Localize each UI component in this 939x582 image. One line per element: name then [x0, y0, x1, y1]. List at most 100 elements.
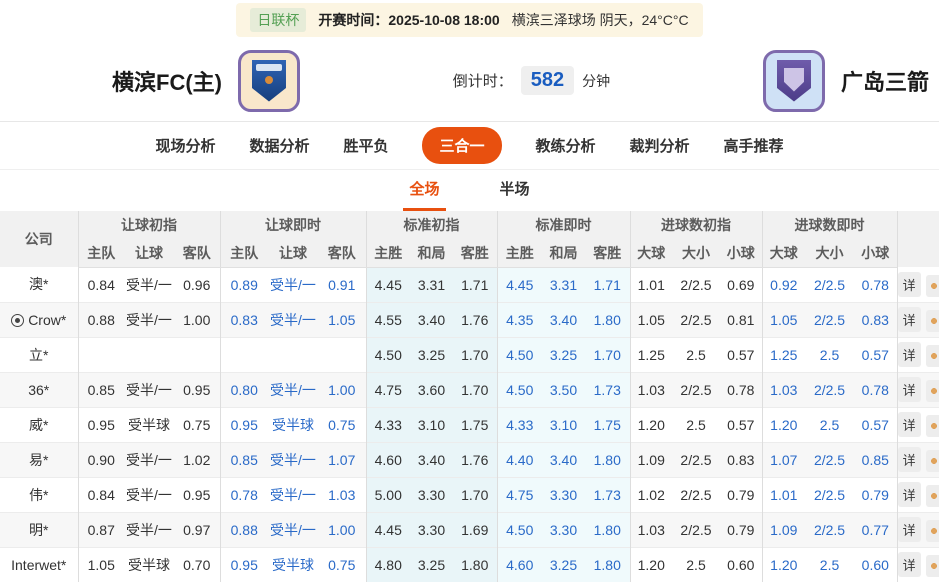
odds-cell: 3.40 — [542, 442, 585, 477]
analysis-button-partial[interactable] — [926, 520, 939, 542]
odds-cell: 1.25 — [630, 337, 672, 372]
sub-header: 客胜 — [585, 239, 630, 267]
odds-cell: 1.01 — [762, 477, 805, 512]
odds-cell: 4.50 — [497, 512, 542, 547]
odds-cell: 1.80 — [585, 512, 630, 547]
odds-cell: 4.50 — [497, 372, 542, 407]
analysis-button-partial[interactable] — [926, 345, 939, 367]
subtab-full-match[interactable]: 全场 — [403, 178, 445, 211]
odds-cell: 4.45 — [366, 267, 410, 302]
sub-header: 和局 — [410, 239, 453, 267]
sub-header: 让球 — [268, 239, 318, 267]
odds-cell: 1.70 — [453, 372, 497, 407]
odds-cell: 1.25 — [762, 337, 805, 372]
subtab-half-match[interactable]: 半场 — [494, 178, 536, 211]
odds-cell: 0.97 — [174, 512, 220, 547]
analysis-button-partial[interactable] — [926, 450, 939, 472]
subtabs: 全场 半场 — [0, 170, 939, 211]
odds-cell: 2/2.5 — [805, 267, 854, 302]
nav-tab-win-draw-lose[interactable]: 胜平负 — [343, 135, 388, 156]
detail-cell: 详 — [897, 547, 939, 582]
sub-header: 小球 — [720, 239, 762, 267]
odds-cell: 4.33 — [497, 407, 542, 442]
odds-cell: 4.50 — [497, 337, 542, 372]
away-team-name: 广岛三箭 — [841, 65, 929, 97]
odds-cell: 2.5 — [805, 337, 854, 372]
odds-cell: 1.09 — [630, 442, 672, 477]
odds-cell: 0.78 — [220, 477, 268, 512]
odds-cell: 0.78 — [720, 372, 762, 407]
detail-button[interactable]: 详 — [898, 307, 921, 332]
detail-button[interactable]: 详 — [898, 517, 921, 542]
odds-cell — [78, 337, 124, 372]
nav-tab-live-analysis[interactable]: 现场分析 — [155, 135, 215, 156]
detail-cell: 详 — [897, 267, 939, 302]
league-badge: 日联杯 — [250, 8, 306, 32]
odds-cell: 0.60 — [854, 547, 897, 582]
odds-cell: 1.03 — [630, 372, 672, 407]
odds-cell: 3.10 — [542, 407, 585, 442]
odds-cell: 0.75 — [318, 547, 366, 582]
odds-cell: 2.5 — [805, 407, 854, 442]
odds-cell: 1.20 — [762, 407, 805, 442]
odds-cell: 1.75 — [453, 407, 497, 442]
odds-cell: 受半/一 — [124, 267, 174, 302]
detail-cell: 详 — [897, 512, 939, 547]
countdown-label: 倒计时： — [453, 70, 513, 91]
odds-cell: 1.76 — [453, 302, 497, 337]
odds-cell: 0.57 — [854, 407, 897, 442]
sub-header: 大小 — [805, 239, 854, 267]
top-strip: 日联杯 开赛时间：2025-10-08 18:00 横滨三泽球场 阴天，24°C… — [0, 0, 939, 40]
detail-button[interactable]: 详 — [898, 342, 921, 367]
odds-cell: 2/2.5 — [672, 302, 720, 337]
detail-button[interactable]: 详 — [898, 447, 921, 472]
odds-cell: 3.10 — [410, 407, 453, 442]
odds-cell: 0.91 — [318, 267, 366, 302]
analysis-button-partial[interactable] — [926, 415, 939, 437]
odds-cell: 0.90 — [78, 442, 124, 477]
odds-table-head: 公司让球初指让球即时标准初指标准即时进球数初指进球数即时主队让球客队主队让球客队… — [0, 211, 939, 267]
company-header: 公司 — [0, 211, 78, 267]
soccer-ball-icon — [11, 314, 24, 327]
odds-cell: 2.5 — [672, 337, 720, 372]
nav-tab-referee-analysis[interactable]: 裁判分析 — [630, 135, 690, 156]
nav-tab-three-in-one[interactable]: 三合一 — [422, 127, 501, 164]
odds-cell: 2/2.5 — [805, 372, 854, 407]
odds-cell: 3.25 — [542, 547, 585, 582]
odds-cell: 2/2.5 — [805, 477, 854, 512]
odds-cell: 1.09 — [762, 512, 805, 547]
detail-button[interactable]: 详 — [898, 377, 921, 402]
analysis-button-partial[interactable] — [926, 380, 939, 402]
odds-cell: 4.55 — [366, 302, 410, 337]
odds-cell: 0.79 — [720, 477, 762, 512]
countdown-value: 582 — [521, 66, 574, 95]
odds-cell: 1.20 — [630, 407, 672, 442]
nav-tab-coach-analysis[interactable]: 教练分析 — [536, 135, 596, 156]
odds-cell — [220, 337, 268, 372]
nav-tab-expert-picks[interactable]: 高手推荐 — [724, 135, 784, 156]
analysis-button-partial[interactable] — [926, 310, 939, 332]
analysis-button-partial[interactable] — [926, 275, 939, 297]
analysis-button-partial[interactable] — [926, 485, 939, 507]
home-crest-icon — [252, 60, 286, 102]
odds-cell: 1.71 — [453, 267, 497, 302]
sub-header: 客队 — [318, 239, 366, 267]
detail-button[interactable]: 详 — [898, 272, 921, 297]
detail-button[interactable]: 详 — [898, 482, 921, 507]
odds-cell: 受半/一 — [124, 512, 174, 547]
detail-button[interactable]: 详 — [898, 552, 921, 577]
company-cell: 36* — [0, 372, 78, 407]
odds-cell: 3.30 — [410, 512, 453, 547]
analysis-button-partial[interactable] — [926, 555, 939, 577]
nav-tab-data-analysis[interactable]: 数据分析 — [249, 135, 309, 156]
odds-cell: 0.78 — [854, 267, 897, 302]
detail-cell: 详 — [897, 407, 939, 442]
kickoff-time: 开赛时间：2025-10-08 18:00 — [318, 10, 499, 30]
odds-cell: 受半/一 — [124, 372, 174, 407]
detail-button[interactable]: 详 — [898, 412, 921, 437]
odds-cell: 0.83 — [854, 302, 897, 337]
odds-cell: 2/2.5 — [672, 477, 720, 512]
detail-cell: 详 — [897, 337, 939, 372]
odds-cell: 2.5 — [672, 547, 720, 582]
odds-cell: 0.83 — [720, 442, 762, 477]
